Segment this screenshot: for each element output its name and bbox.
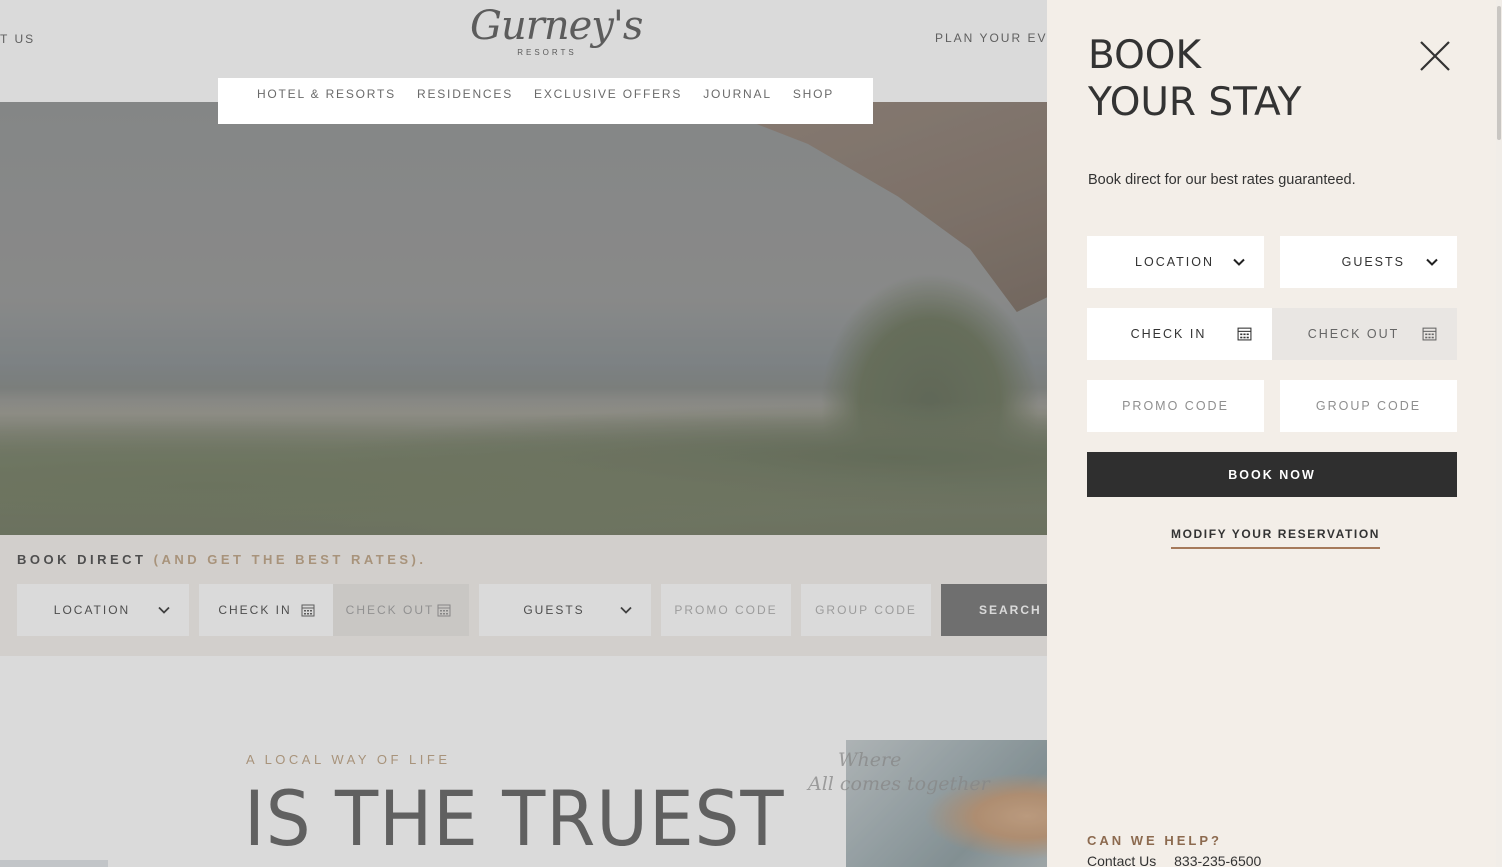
bar-promo-code-placeholder: PROMO CODE [674, 603, 778, 617]
nav-shop[interactable]: SHOP [793, 87, 834, 124]
gurneys-logo[interactable]: Gurney's RESORTS [470, 3, 643, 57]
calendar-icon [301, 604, 315, 617]
booking-bar: BOOK DIRECT (AND GET THE BEST RATES). LO… [0, 535, 1047, 656]
script-tagline: Where All comes together [808, 748, 990, 796]
guests-select[interactable]: GUESTS [1280, 236, 1457, 288]
booking-bar-title: BOOK DIRECT (AND GET THE BEST RATES). [17, 552, 427, 567]
booking-bar-title-main: BOOK DIRECT [17, 552, 147, 567]
chevron-down-icon [1426, 258, 1438, 266]
calendar-icon [1237, 327, 1252, 341]
group-code-placeholder: GROUP CODE [1315, 399, 1422, 413]
plan-your-event-link[interactable]: PLAN YOUR EVE [935, 31, 1047, 45]
intro-section: A LOCAL WAY OF LIFE IS THE TRUEST Where … [0, 656, 1047, 867]
bar-group-code-placeholder: GROUP CODE [815, 603, 917, 617]
nav-hotel-resorts[interactable]: HOTEL & RESORTS [257, 87, 396, 124]
bar-location-label: LOCATION [53, 603, 131, 617]
guests-label: GUESTS [1341, 255, 1405, 269]
bar-check-in-label: CHECK IN [218, 603, 292, 617]
check-in-label: CHECK IN [1130, 327, 1207, 341]
calendar-icon [437, 604, 451, 617]
script-line-2: All comes together [808, 773, 990, 795]
bar-location-select[interactable]: LOCATION [17, 584, 189, 636]
panel-title-line-1: BOOK [1088, 33, 1202, 78]
main-nav: HOTEL & RESORTS RESIDENCES EXCLUSIVE OFF… [218, 78, 873, 124]
nav-residences[interactable]: RESIDENCES [417, 87, 513, 124]
panel-subtitle: Book direct for our best rates guarantee… [1088, 172, 1356, 188]
bar-guests-label: GUESTS [523, 603, 585, 617]
modify-reservation-link[interactable]: MODIFY YOUR RESERVATION [1171, 527, 1381, 549]
close-icon[interactable] [1419, 40, 1451, 72]
bar-check-out-label: CHECK OUT [345, 603, 435, 617]
promo-code-input[interactable]: PROMO CODE [1087, 380, 1264, 432]
help-contact: Contact Us 833-235-6500 [1087, 853, 1261, 867]
location-label: LOCATION [1135, 255, 1214, 269]
nav-exclusive-offers[interactable]: EXCLUSIVE OFFERS [534, 87, 682, 124]
promo-code-placeholder: PROMO CODE [1122, 399, 1229, 413]
chevron-down-icon [158, 606, 170, 614]
bar-promo-code-input[interactable]: PROMO CODE [661, 584, 791, 636]
chevron-down-icon [620, 606, 632, 614]
script-line-1: Where [838, 749, 902, 771]
background-page: T US Gurney's RESORTS PLAN YOUR EVE HOTE… [0, 0, 1047, 867]
check-out-field[interactable]: CHECK OUT [1272, 308, 1457, 360]
calendar-icon [1422, 327, 1437, 341]
section-heading: IS THE TRUEST [244, 774, 785, 863]
panel-title-line-2: YOUR STAY [1088, 80, 1302, 125]
group-code-input[interactable]: GROUP CODE [1280, 380, 1457, 432]
contact-us-link[interactable]: Contact Us [1087, 853, 1156, 867]
chevron-down-icon [1233, 258, 1245, 266]
bar-search-button[interactable]: SEARCH [941, 584, 1047, 636]
logo-wordmark: Gurney's [470, 3, 643, 49]
check-in-field[interactable]: CHECK IN [1087, 308, 1272, 360]
check-out-label: CHECK OUT [1307, 327, 1400, 341]
bottom-left-strip [0, 860, 108, 867]
scrollbar-thumb[interactable] [1497, 6, 1501, 140]
section-kicker: A LOCAL WAY OF LIFE [246, 752, 451, 767]
help-title: CAN WE HELP? [1087, 833, 1222, 848]
nav-journal[interactable]: JOURNAL [703, 87, 772, 124]
bar-guests-select[interactable]: GUESTS [479, 584, 651, 636]
bar-check-in-field[interactable]: CHECK IN [199, 584, 333, 636]
panel-title: BOOK YOUR STAY [1088, 32, 1301, 126]
bar-check-out-field[interactable]: CHECK OUT [333, 584, 469, 636]
phone-link[interactable]: 833-235-6500 [1174, 853, 1261, 867]
book-your-stay-panel: BOOK YOUR STAY Book direct for our best … [1047, 0, 1502, 867]
booking-bar-title-accent: (AND GET THE BEST RATES). [153, 552, 427, 567]
book-now-button[interactable]: BOOK NOW [1087, 452, 1457, 497]
logo-subtitle: RESORTS [517, 48, 577, 57]
hero-overlay [0, 102, 1047, 535]
header-left-link[interactable]: T US [0, 32, 35, 46]
location-select[interactable]: LOCATION [1087, 236, 1264, 288]
bar-group-code-input[interactable]: GROUP CODE [801, 584, 931, 636]
